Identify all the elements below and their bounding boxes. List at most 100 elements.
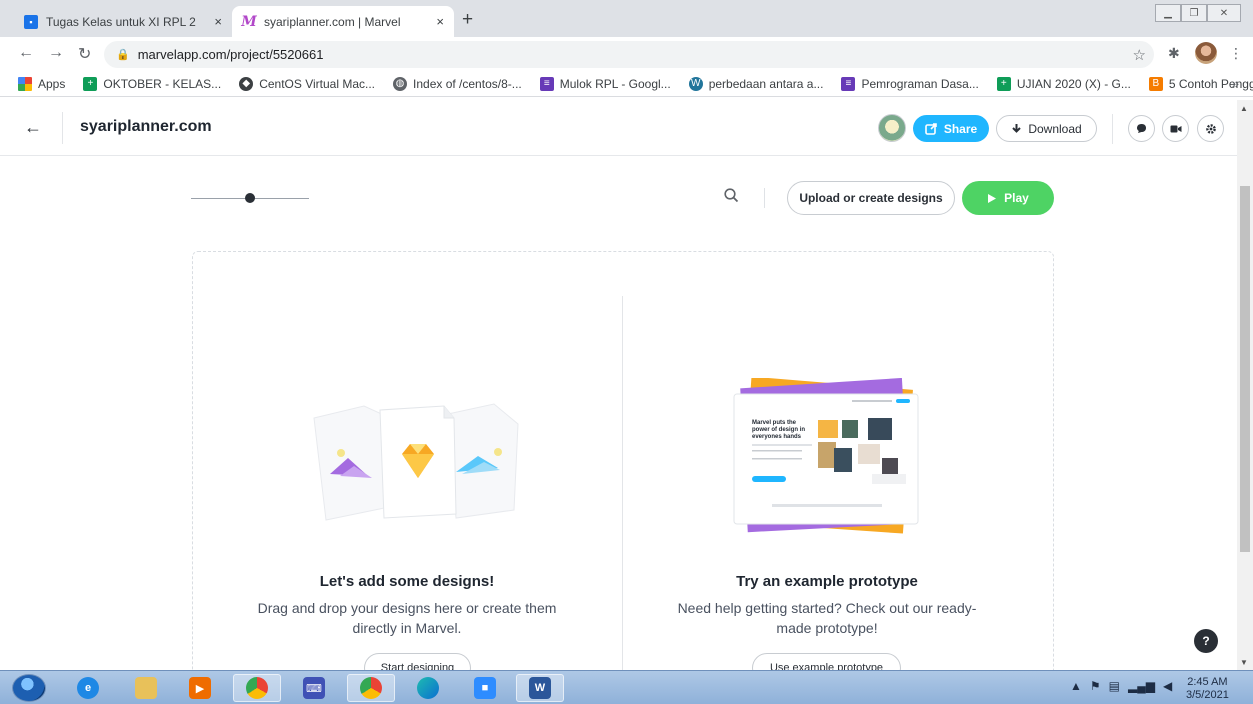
description-line: Need help getting started? Check out our…: [677, 600, 977, 616]
description-line: Drag and drop your designs here or creat…: [257, 600, 557, 616]
show-hidden-icons-icon[interactable]: ▲: [1070, 679, 1082, 693]
share-label: Share: [943, 121, 978, 136]
taskbar-media-player[interactable]: ▶: [176, 674, 224, 702]
start-button[interactable]: [12, 674, 46, 702]
taskbar-chrome-1[interactable]: [233, 674, 281, 702]
settings-button[interactable]: [1197, 115, 1224, 142]
volume-icon[interactable]: ◀: [1163, 679, 1172, 693]
upload-or-create-button[interactable]: Upload or create designs: [787, 181, 955, 215]
example-prototype-illustration: Marvel puts the power of design in every…: [733, 378, 919, 534]
media-player-icon: ▶: [189, 677, 211, 699]
taskbar-file-explorer[interactable]: [122, 674, 170, 702]
back-arrow-icon[interactable]: ←: [24, 117, 42, 138]
extensions-icon[interactable]: ✱: [1168, 45, 1180, 62]
reload-icon[interactable]: ↻: [78, 44, 91, 64]
scroll-down-arrow[interactable]: ▼: [1240, 658, 1248, 667]
close-icon[interactable]: ×: [436, 14, 444, 29]
taskbar-edge[interactable]: [404, 674, 452, 702]
wordpress-icon: W: [688, 76, 703, 91]
marvel-logo-icon: M: [241, 13, 257, 30]
bookmark-label: perbedaan antara a...: [708, 76, 824, 91]
globe-icon: ◍: [393, 76, 408, 91]
kebab-menu-icon[interactable]: ⋮: [1229, 45, 1243, 62]
bookmarks-overflow-button[interactable]: »: [1232, 76, 1239, 91]
description-line: directly in Marvel.: [352, 620, 462, 636]
blogger-icon: B: [1148, 76, 1163, 91]
profile-avatar[interactable]: [1195, 42, 1217, 64]
comments-button[interactable]: [1128, 115, 1155, 142]
address-bar-row: ← → ↻ 🔒 marvelapp.com/project/5520661 ☆ …: [0, 37, 1253, 71]
header-divider: [1112, 114, 1113, 144]
bookmark-label: Apps: [38, 76, 66, 91]
zoom-slider-handle[interactable]: [245, 193, 255, 203]
help-button[interactable]: ?: [1194, 629, 1218, 653]
example-prototype-description: Need help getting started? Check out our…: [622, 598, 1032, 638]
project-header: ← syariplanner.com Share Download: [0, 100, 1237, 156]
tab-marvel[interactable]: M syariplanner.com | Marvel ×: [232, 6, 454, 37]
taskbar-chrome-2[interactable]: [347, 674, 395, 702]
apps-grid-icon: [18, 76, 32, 91]
image-file-right: [447, 403, 519, 519]
url-text: marvelapp.com/project/5520661: [137, 47, 324, 62]
bookmark-item[interactable]: ◍ Index of /centos/8-...: [393, 76, 522, 91]
bookmark-label: OKTOBER - KELAS...: [103, 76, 222, 91]
restore-button[interactable]: ❐: [1181, 4, 1207, 22]
window-controls: ▁ ❐ ✕: [1155, 4, 1241, 22]
bookmark-item[interactable]: ≡ Mulok RPL - Googl...: [539, 76, 671, 91]
window-close-button[interactable]: ✕: [1207, 4, 1241, 22]
action-center-icon[interactable]: ⚑: [1090, 679, 1101, 693]
zoom-camera-icon: ■: [474, 677, 496, 699]
bookmark-label: Mulok RPL - Googl...: [559, 76, 671, 91]
bookmark-item[interactable]: ≡ Pemrograman Dasa...: [841, 76, 979, 91]
download-button[interactable]: Download: [996, 115, 1097, 142]
chrome-icon: [360, 677, 382, 699]
search-icon[interactable]: [724, 188, 739, 208]
clock-date: 3/5/2021: [1186, 689, 1229, 701]
bookmark-star-icon[interactable]: ☆: [1133, 46, 1146, 64]
forms-icon: ≡: [841, 76, 856, 91]
bookmark-label: Pemrograman Dasa...: [861, 76, 979, 91]
taskbar-word[interactable]: W: [516, 674, 564, 702]
back-arrow-icon[interactable]: ←: [18, 44, 34, 62]
add-designs-description: Drag and drop your designs here or creat…: [192, 598, 622, 638]
taskbar-internet-explorer[interactable]: e: [64, 674, 112, 702]
edge-icon: [417, 677, 439, 699]
scroll-up-arrow[interactable]: ▲: [1240, 104, 1248, 113]
download-icon: [1012, 123, 1022, 133]
tab-classroom[interactable]: ▪ Tugas Kelas untuk XI RPL 2 - Proc ×: [14, 6, 232, 37]
gear-icon: [1205, 123, 1216, 134]
taskbar-clock[interactable]: 2:45 AM 3/5/2021: [1186, 676, 1229, 702]
avatar[interactable]: [878, 114, 906, 142]
taskbar-remote-desktop[interactable]: ⌨: [290, 674, 338, 702]
toolbar-divider: [764, 188, 765, 208]
clock-time: 2:45 AM: [1187, 676, 1228, 688]
play-icon: [988, 193, 997, 203]
signal-icon[interactable]: ▂▄▆: [1128, 679, 1155, 693]
play-button[interactable]: Play: [962, 181, 1054, 215]
share-button[interactable]: Share: [913, 115, 989, 142]
classroom-icon: ▪: [24, 14, 38, 29]
taskbar-zoom[interactable]: ■: [461, 674, 509, 702]
forward-arrow-icon[interactable]: →: [48, 44, 64, 62]
example-prototype-title: Try an example prototype: [736, 573, 918, 590]
video-button[interactable]: [1162, 115, 1189, 142]
preview-headline: Marvel puts the: [752, 420, 797, 426]
preview-headline: everyones hands: [752, 434, 802, 440]
bookmark-item[interactable]: + UJIAN 2020 (X) - G...: [996, 76, 1131, 91]
preview-headline: power of design in: [752, 427, 805, 433]
folder-icon: [135, 677, 157, 699]
word-icon: W: [529, 677, 551, 699]
url-input[interactable]: 🔒 marvelapp.com/project/5520661 ☆: [104, 41, 1154, 68]
tab-title: Tugas Kelas untuk XI RPL 2 - Proc: [46, 14, 196, 29]
bookmark-apps[interactable]: Apps: [18, 76, 66, 91]
bookmark-item[interactable]: ◆ CentOS Virtual Mac...: [239, 76, 375, 91]
bookmark-item[interactable]: + OKTOBER - KELAS...: [83, 76, 222, 91]
minimize-button[interactable]: ▁: [1155, 4, 1181, 22]
scrollbar-thumb[interactable]: [1240, 186, 1250, 552]
network-icon[interactable]: ▤: [1109, 679, 1120, 693]
windows-taskbar: e ▶ ⌨ ■ W ▲ ⚑ ▤ ▂▄▆ ◀ 2:45 AM 3/5/2021: [0, 670, 1253, 704]
close-icon[interactable]: ×: [214, 14, 222, 29]
bookmark-item[interactable]: Wperbedaan antara a...: [688, 76, 824, 91]
new-tab-button[interactable]: +: [462, 10, 473, 29]
description-line: made prototype!: [776, 620, 878, 636]
